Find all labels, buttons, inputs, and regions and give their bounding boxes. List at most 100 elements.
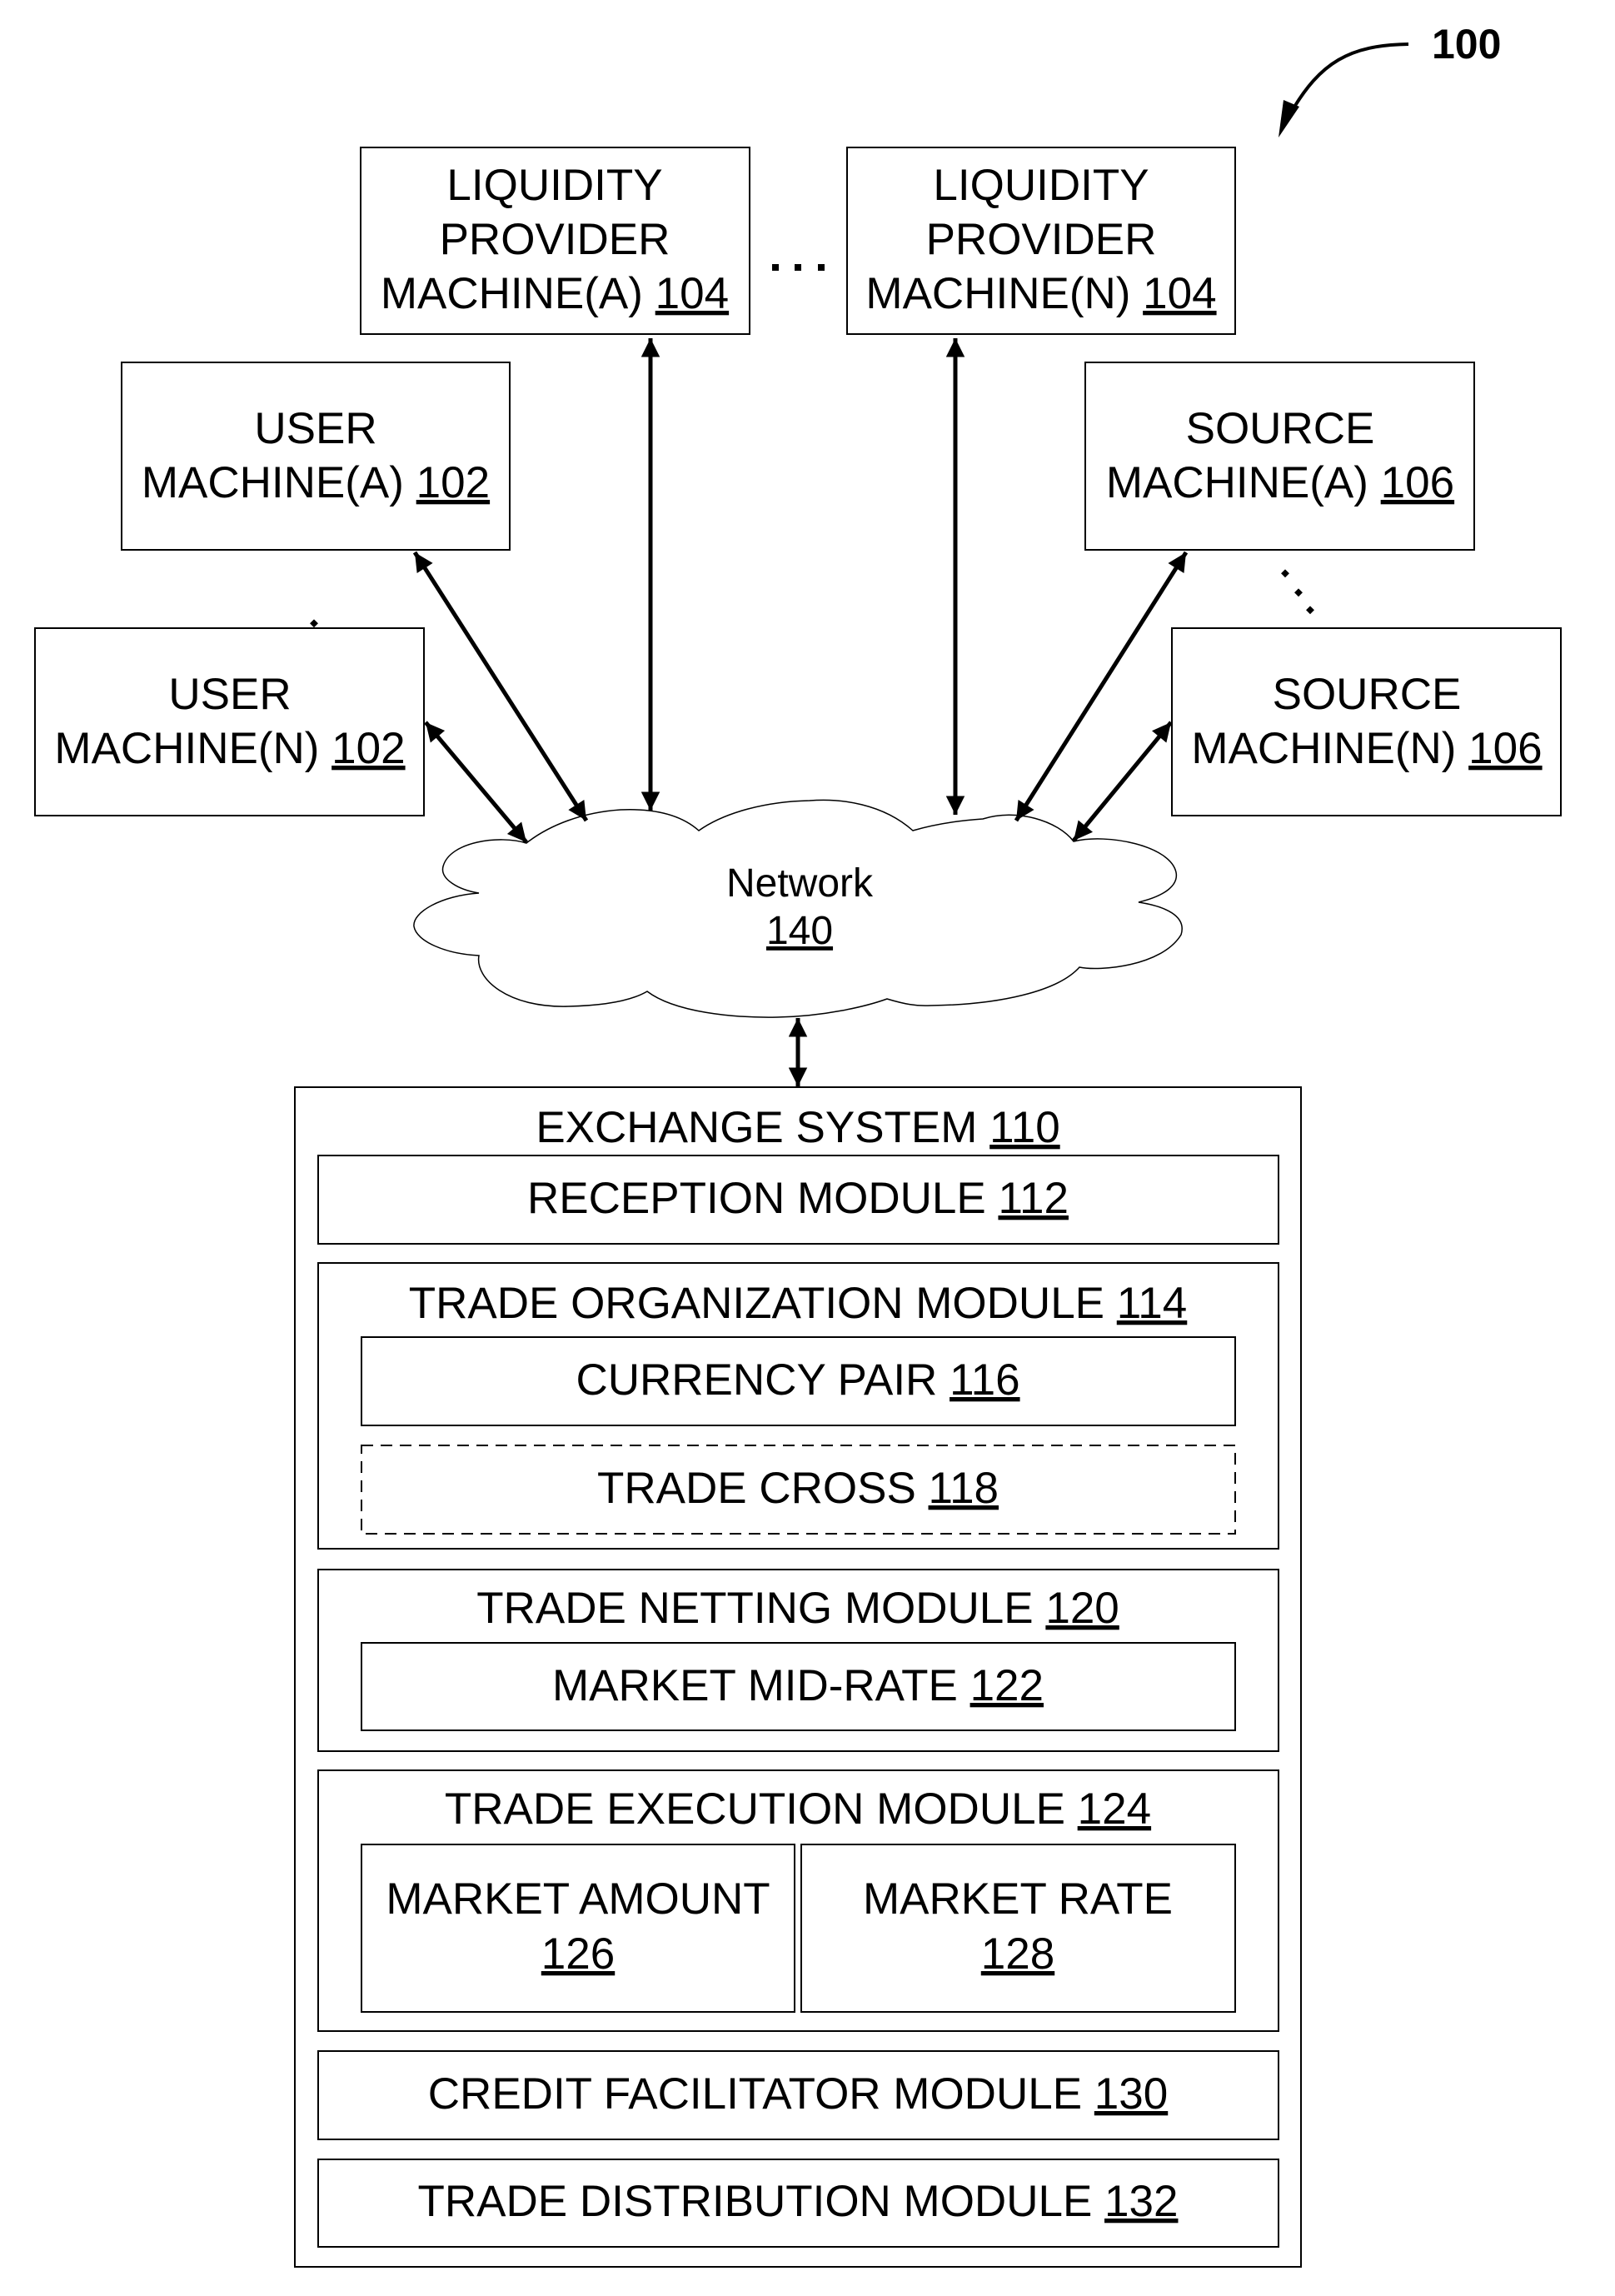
reception-module-ref: 112	[998, 1174, 1069, 1223]
market-amount-label: MARKET AMOUNT	[386, 1874, 770, 1924]
system-diagram: 100 LIQUIDITY PROVIDER MACHINE(A) 104 LI…	[34, 21, 1562, 2268]
trade-execution-module-label: TRADE EXECUTION MODULE 124	[445, 1784, 1151, 1834]
reception-module: RECEPTION MODULE 112	[317, 1155, 1279, 1245]
arrow-source-a-network	[1014, 551, 1189, 822]
trade-organization-module: TRADE ORGANIZATION MODULE 114 CURRENCY P…	[317, 1262, 1279, 1550]
exchange-system: EXCHANGE SYSTEM 110 RECEPTION MODULE 112…	[294, 1086, 1302, 2268]
user-machine-n-line1: USER	[168, 670, 291, 719]
source-machine-a-ref: 106	[1381, 458, 1454, 507]
liquidity-provider-a-line2: PROVIDER	[440, 215, 670, 264]
trade-execution-module-ref: 124	[1078, 1784, 1151, 1834]
reception-module-name: RECEPTION MODULE	[527, 1174, 986, 1223]
source-machine-n-ref: 106	[1468, 724, 1542, 773]
trade-organization-module-name: TRADE ORGANIZATION MODULE	[409, 1279, 1104, 1328]
reception-module-label: RECEPTION MODULE 112	[527, 1174, 1069, 1223]
trade-distribution-module-ref: 132	[1104, 2177, 1178, 2226]
trade-netting-module-ref: 120	[1045, 1584, 1119, 1633]
network-ref: 140	[766, 909, 833, 953]
user-machine-n-ref: 102	[331, 724, 405, 773]
liquidity-provider-a-name: MACHINE(A)	[381, 269, 643, 318]
user-machine-a-ref: 102	[416, 458, 490, 507]
trade-netting-module-name: TRADE NETTING MODULE	[476, 1584, 1033, 1633]
network-label: Network	[726, 861, 874, 906]
currency-pair-label: CURRENCY PAIR 116	[576, 1355, 1019, 1405]
ellipsis-dot	[818, 264, 825, 271]
liquidity-provider-machine-a: LIQUIDITY PROVIDER MACHINE(A) 104	[360, 147, 750, 335]
exchange-system-name: EXCHANGE SYSTEM	[536, 1103, 977, 1152]
source-machine-a-line1: SOURCE	[1186, 404, 1375, 453]
market-mid-rate-ref: 122	[970, 1661, 1044, 1710]
ellipsis-dot	[795, 264, 801, 271]
trade-organization-module-label: TRADE ORGANIZATION MODULE 114	[409, 1279, 1188, 1328]
trade-organization-module-ref: 114	[1117, 1279, 1188, 1328]
credit-facilitator-module-ref: 130	[1094, 2069, 1168, 2119]
market-rate-ref: 128	[981, 1929, 1054, 1979]
trade-execution-module: TRADE EXECUTION MODULE 124 MARKET AMOUNT…	[317, 1769, 1279, 2032]
liquidity-provider-a-ref: 104	[655, 269, 729, 318]
market-amount-ref: 126	[541, 1929, 615, 1979]
liquidity-provider-a-line1: LIQUIDITY	[446, 161, 662, 210]
credit-facilitator-module-label: CREDIT FACILITATOR MODULE 130	[428, 2069, 1168, 2119]
trade-execution-module-name: TRADE EXECUTION MODULE	[445, 1784, 1065, 1834]
credit-facilitator-module-name: CREDIT FACILITATOR MODULE	[428, 2069, 1082, 2119]
figure-reference: 100	[1279, 21, 1501, 137]
liquidity-provider-n-line3: MACHINE(N) 104	[865, 269, 1216, 318]
trade-netting-module: TRADE NETTING MODULE 120 MARKET MID-RATE…	[317, 1569, 1279, 1752]
market-rate-box	[800, 1844, 1236, 2013]
credit-facilitator-module: CREDIT FACILITATOR MODULE 130	[317, 2050, 1279, 2140]
source-machine-ellipsis	[1281, 569, 1314, 615]
liquidity-provider-n-line2: PROVIDER	[926, 215, 1157, 264]
source-machine-n-box	[1171, 627, 1562, 816]
trade-distribution-module-name: TRADE DISTRIBUTION MODULE	[418, 2177, 1093, 2226]
user-machine-a-box	[121, 362, 511, 551]
liquidity-provider-n-line1: LIQUIDITY	[933, 161, 1149, 210]
arrow-source-n-network	[1072, 721, 1173, 842]
trade-cross-label: TRADE CROSS 118	[597, 1464, 999, 1513]
market-mid-rate-name: MARKET MID-RATE	[552, 1661, 958, 1710]
figure-pointer-arrowhead	[1279, 100, 1299, 137]
source-machine-a-line2: MACHINE(A) 106	[1106, 458, 1454, 507]
market-mid-rate-label: MARKET MID-RATE 122	[552, 1661, 1044, 1710]
liquidity-provider-machine-n: LIQUIDITY PROVIDER MACHINE(N) 104	[846, 147, 1236, 335]
arrow-user-n-network	[424, 721, 528, 844]
market-amount-box	[361, 1844, 795, 2013]
currency-pair-name: CURRENCY PAIR	[576, 1355, 937, 1405]
liquidity-provider-ellipsis	[772, 264, 825, 271]
source-machine-a: SOURCE MACHINE(A) 106	[1084, 362, 1475, 551]
network-cloud: Network 140	[413, 799, 1183, 1018]
ellipsis-dot	[310, 619, 318, 628]
figure-pointer-arrow-icon	[1289, 42, 1409, 114]
market-rate-label: MARKET RATE	[863, 1874, 1173, 1924]
trade-netting-module-label: TRADE NETTING MODULE 120	[476, 1584, 1119, 1633]
user-machine-a-line1: USER	[254, 404, 376, 453]
liquidity-provider-n-name: MACHINE(N)	[865, 269, 1130, 318]
ellipsis-dot	[772, 264, 779, 271]
source-machine-n: SOURCE MACHINE(N) 106	[1171, 627, 1562, 816]
user-machine-n-line2: MACHINE(N) 102	[54, 724, 405, 773]
source-machine-n-line1: SOURCE	[1273, 670, 1462, 719]
arrow-user-a-network	[412, 551, 589, 822]
liquidity-provider-n-ref: 104	[1143, 269, 1216, 318]
source-machine-n-line2: MACHINE(N) 106	[1191, 724, 1542, 773]
user-machine-a-line2: MACHINE(A) 102	[142, 458, 490, 507]
user-machine-n-box	[34, 627, 425, 816]
liquidity-provider-a-line3: MACHINE(A) 104	[381, 269, 729, 318]
ellipsis-dot	[1281, 569, 1289, 578]
figure-number: 100	[1432, 21, 1501, 67]
user-machine-n-name: MACHINE(N)	[54, 724, 319, 773]
trade-distribution-module: TRADE DISTRIBUTION MODULE 132	[317, 2159, 1279, 2248]
source-machine-a-name: MACHINE(A)	[1106, 458, 1368, 507]
trade-cross-ref: 118	[929, 1464, 999, 1513]
currency-pair-ref: 116	[950, 1355, 1020, 1405]
user-machine-n: USER MACHINE(N) 102	[34, 627, 425, 816]
ellipsis-dot	[1294, 588, 1303, 597]
exchange-system-title: EXCHANGE SYSTEM 110	[536, 1103, 1059, 1152]
source-machine-n-name: MACHINE(N)	[1191, 724, 1456, 773]
source-machine-a-box	[1084, 362, 1475, 551]
user-machine-a: USER MACHINE(A) 102	[121, 362, 511, 551]
trade-cross-name: TRADE CROSS	[597, 1464, 916, 1513]
user-machine-a-name: MACHINE(A)	[142, 458, 404, 507]
ellipsis-dot	[1306, 606, 1314, 615]
trade-distribution-module-label: TRADE DISTRIBUTION MODULE 132	[418, 2177, 1179, 2226]
exchange-system-ref: 110	[989, 1103, 1060, 1152]
